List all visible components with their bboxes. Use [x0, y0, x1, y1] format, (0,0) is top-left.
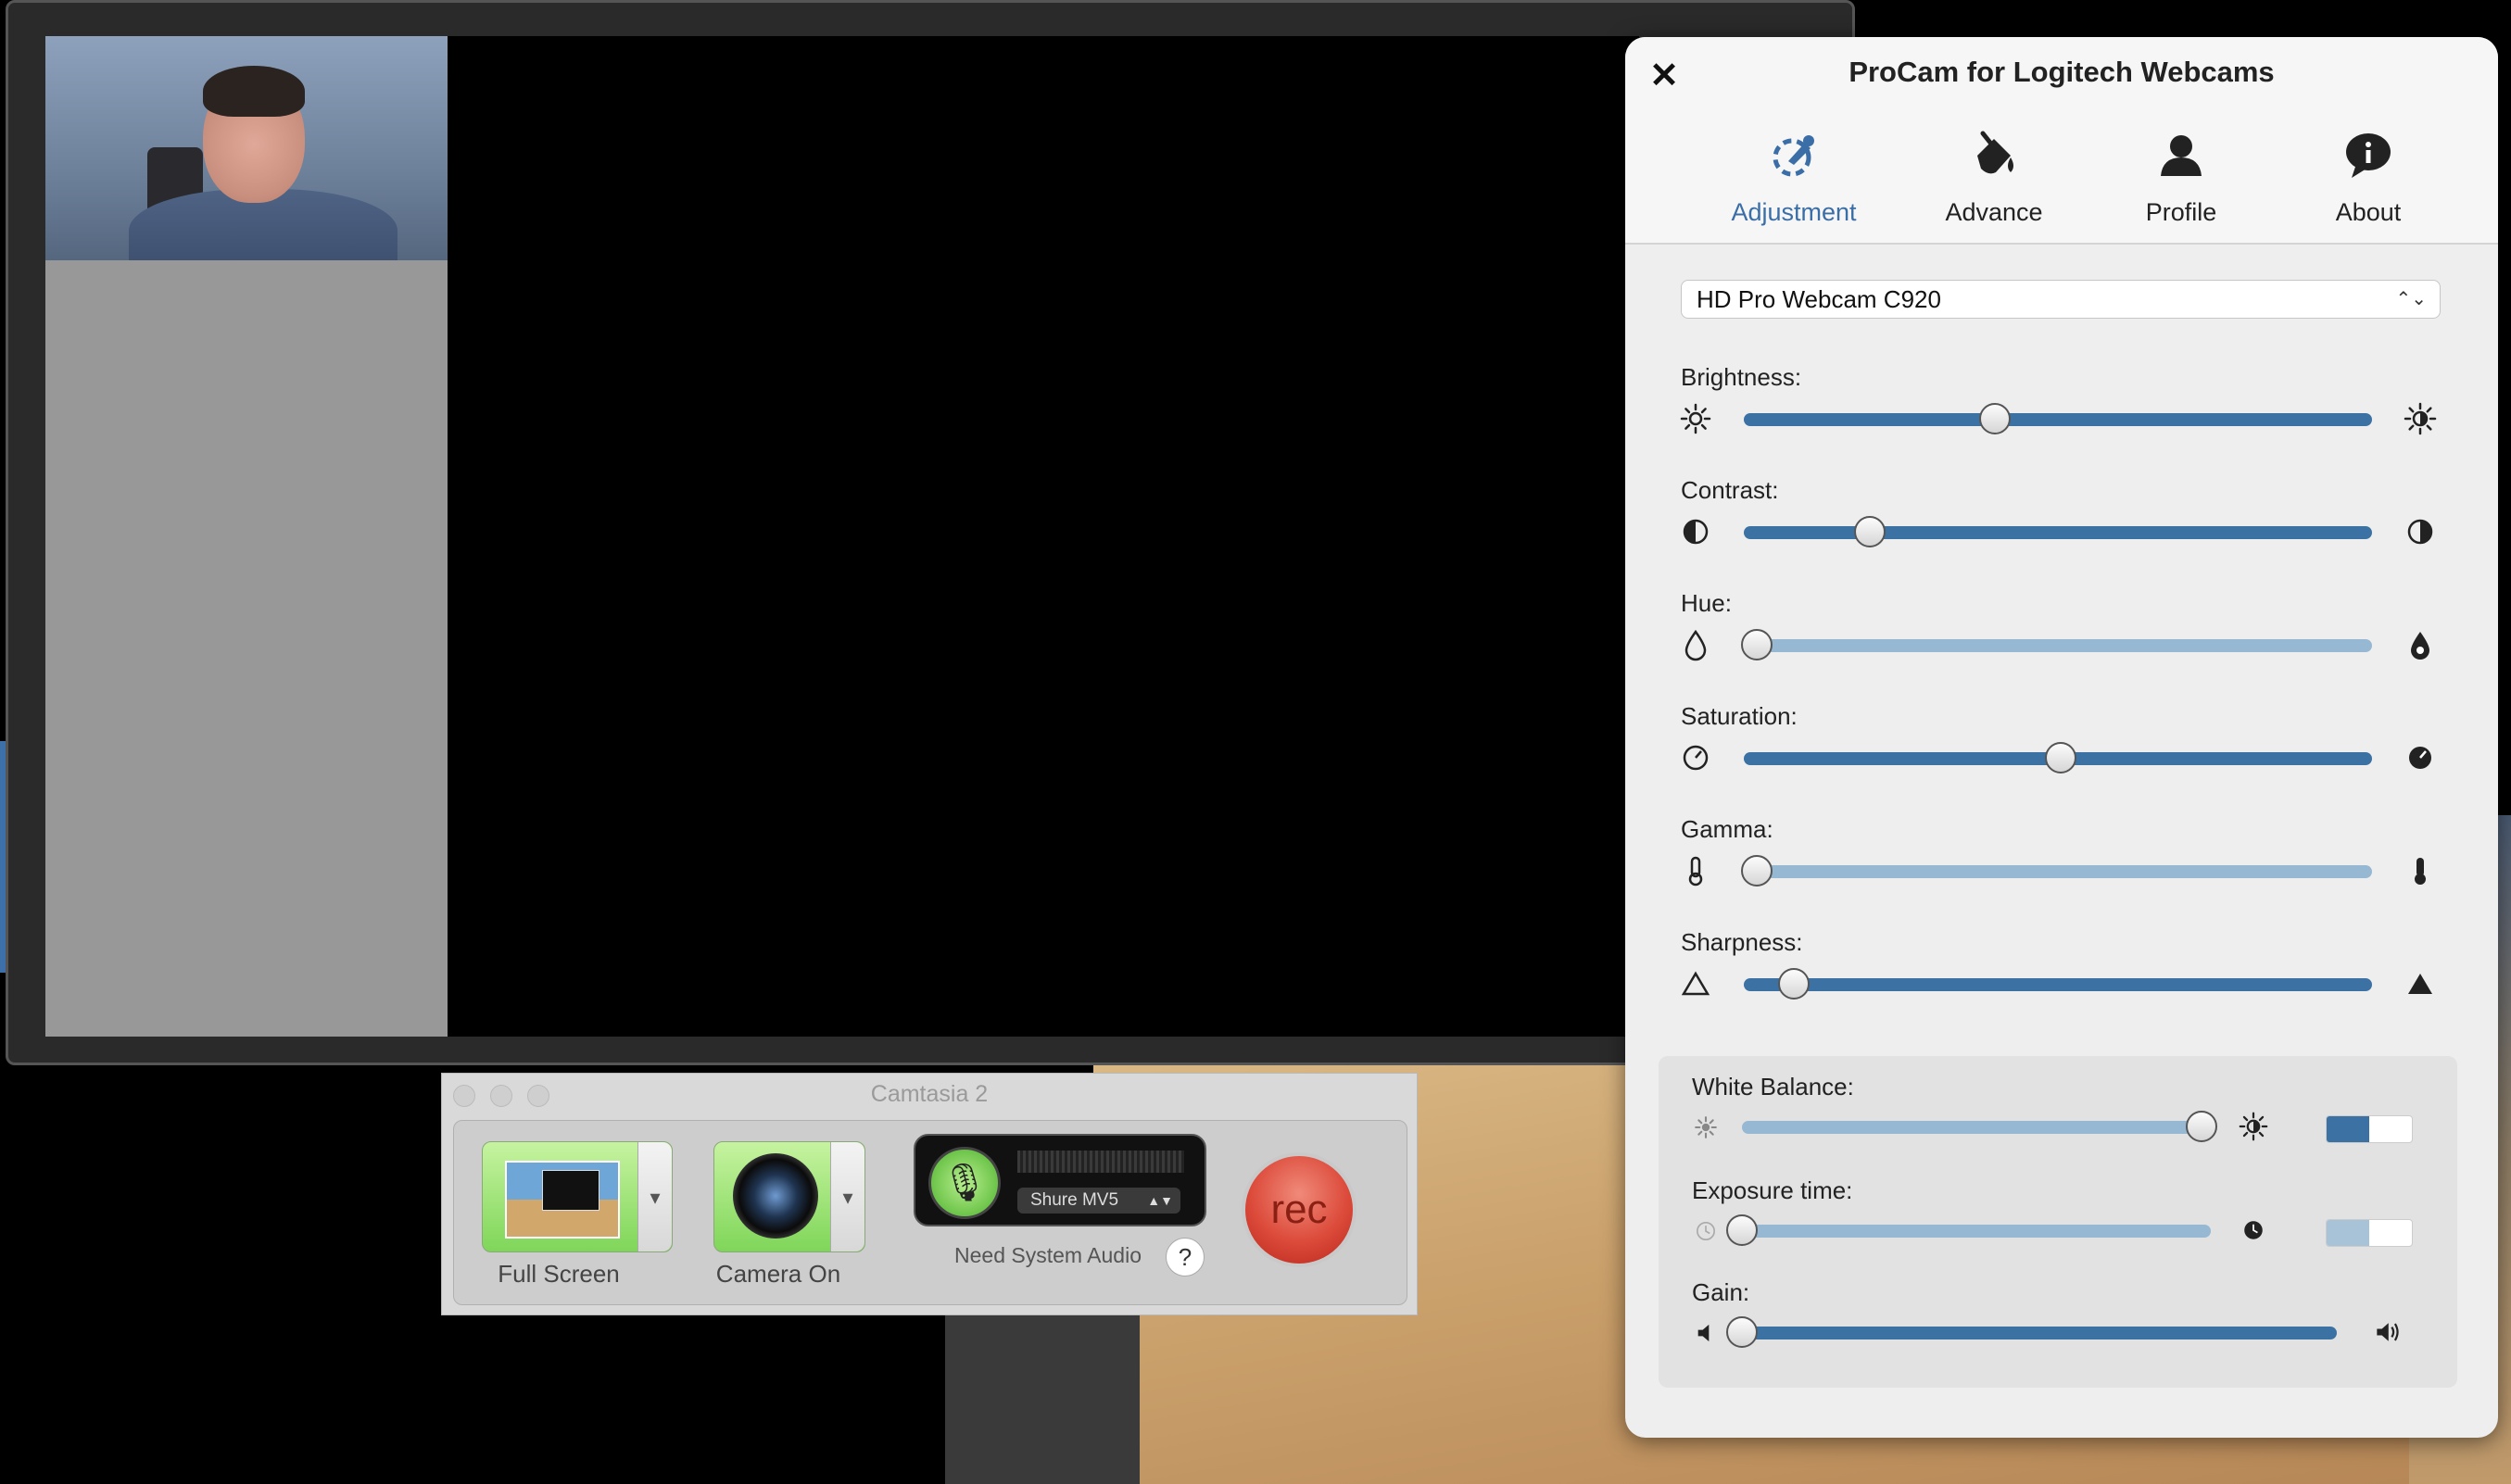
- speaker-high-icon: [2372, 1317, 2402, 1347]
- chevron-updown-icon: ▲▼: [1147, 1193, 1173, 1208]
- slider-row: Sharpness:: [1625, 928, 2498, 1021]
- slider-knob[interactable]: [1726, 1316, 1758, 1348]
- screen-options-dropdown[interactable]: ▾: [637, 1142, 672, 1251]
- auto-toggle[interactable]: [2326, 1219, 2413, 1247]
- window-title: Camtasia 2: [870, 1081, 989, 1107]
- tab-advance[interactable]: Advance: [1901, 130, 2087, 237]
- slider-knob[interactable]: [1778, 968, 1811, 1000]
- slider-track[interactable]: [1740, 855, 2372, 887]
- slider-row: Brightness:: [1625, 363, 2498, 456]
- slider-label: Hue:: [1681, 589, 1732, 617]
- auto-slider-row: White Balance:: [1659, 1073, 2457, 1165]
- slider-knob[interactable]: [1740, 629, 1773, 660]
- slider-label: Exposure time:: [1692, 1176, 1853, 1204]
- webcam-feed: [45, 36, 448, 260]
- procam-header: ✕ ProCam for Logitech Webcams Adjustment…: [1625, 37, 2498, 245]
- slider-row: Hue:: [1625, 589, 2498, 682]
- slider-track[interactable]: [1744, 968, 2372, 1000]
- audio-level-meter: [1017, 1151, 1184, 1173]
- tab-label: Profile: [2145, 198, 2217, 226]
- camera-label: Camera On: [715, 1260, 841, 1288]
- drop-filled-icon: [2404, 628, 2437, 661]
- camera-lens-icon: [733, 1153, 818, 1239]
- recording-preview-window: [6, 0, 1855, 1065]
- info-icon: [2346, 133, 2391, 178]
- speaker-low-icon: [1692, 1319, 1720, 1347]
- microphone-button[interactable]: [928, 1147, 1001, 1219]
- recorder-panel: ▾ Full Screen ▾ Camera On Shure MV5 ▲▼ N…: [453, 1120, 1407, 1305]
- slider-label: Gain:: [1692, 1278, 1750, 1306]
- adjustment-icon: [1773, 135, 1814, 177]
- gauge-filled-icon: [2404, 741, 2437, 774]
- tab-profile[interactable]: Profile: [2088, 130, 2274, 237]
- slider-track[interactable]: [1726, 1214, 2211, 1246]
- slider-label: Brightness:: [1681, 363, 1802, 391]
- slider-track[interactable]: [1740, 629, 2372, 660]
- camera-options-dropdown[interactable]: ▾: [830, 1142, 864, 1251]
- gauge-outline-icon: [1679, 741, 1712, 774]
- monitor-stand: [945, 1297, 1140, 1484]
- thermometer-outline-icon: [1679, 854, 1712, 887]
- auto-slider-row: Gain:: [1659, 1278, 2457, 1371]
- full-screen-label: Full Screen: [498, 1260, 620, 1288]
- device-select[interactable]: HD Pro Webcam C920 ⌃⌄: [1681, 280, 2441, 319]
- record-button[interactable]: rec: [1242, 1152, 1356, 1267]
- triangle-filled-icon: [2404, 967, 2437, 1000]
- help-button[interactable]: ?: [1166, 1238, 1205, 1276]
- triangle-outline-icon: [1679, 967, 1712, 1000]
- sun-filled-icon: [2239, 1112, 2268, 1141]
- tab-label: Advance: [1945, 198, 2043, 226]
- tab-about[interactable]: About: [2276, 130, 2461, 237]
- slider-track[interactable]: [1742, 1111, 2217, 1142]
- person-hair: [203, 66, 305, 117]
- slider-knob[interactable]: [1740, 855, 1773, 887]
- sun-small-icon: [1692, 1113, 1720, 1141]
- chevron-updown-icon: ⌃⌄: [2395, 289, 2427, 309]
- slider-track[interactable]: [1726, 1316, 2337, 1348]
- clock-outline-icon: [1692, 1217, 1720, 1245]
- slider-track[interactable]: [1744, 516, 2372, 547]
- camtasia-recorder-window: Camtasia 2 ▾ Full Screen ▾ Camera On Shu…: [441, 1073, 1418, 1315]
- need-system-audio-label: Need System Audio: [954, 1243, 1142, 1267]
- person-icon: [2161, 135, 2202, 176]
- slider-knob[interactable]: [2045, 742, 2077, 773]
- slider-track[interactable]: [1744, 403, 2372, 434]
- slider-knob[interactable]: [1853, 516, 1886, 547]
- panel-title: ProCam for Logitech Webcams: [1849, 56, 2275, 88]
- device-select-value: HD Pro Webcam C920: [1697, 285, 1941, 313]
- full-screen-button[interactable]: ▾: [482, 1141, 673, 1252]
- drop-outline-icon: [1679, 628, 1712, 661]
- procam-panel: ✕ ProCam for Logitech Webcams Adjustment…: [1625, 37, 2498, 1438]
- screen-thumbnail-icon: [505, 1161, 620, 1239]
- audio-device-value: Shure MV5: [1030, 1190, 1119, 1210]
- slider-row: Saturation:: [1625, 702, 2498, 795]
- sun-filled-icon: [2404, 402, 2437, 435]
- slider-label: White Balance:: [1692, 1073, 1854, 1100]
- auto-settings-box: White Balance: Exposure time: Gain:: [1659, 1056, 2457, 1388]
- slider-track[interactable]: [1744, 742, 2372, 773]
- auto-toggle[interactable]: [2326, 1115, 2413, 1143]
- slider-label: Contrast:: [1681, 476, 1779, 504]
- sun-outline-icon: [1679, 402, 1712, 435]
- tab-label: About: [2335, 198, 2402, 226]
- slider-label: Gamma:: [1681, 815, 1773, 843]
- contrast-filled-icon: [2404, 515, 2437, 548]
- audio-controls: Shure MV5 ▲▼: [914, 1134, 1206, 1226]
- slider-row: Gamma:: [1625, 815, 2498, 908]
- contrast-icon: [1679, 515, 1712, 548]
- thermometer-filled-icon: [2404, 854, 2437, 887]
- tab-adjustment[interactable]: Adjustment: [1701, 130, 1886, 237]
- audio-device-select[interactable]: Shure MV5 ▲▼: [1017, 1188, 1180, 1214]
- slider-row: Contrast:: [1625, 476, 2498, 569]
- slider-label: Saturation:: [1681, 702, 1798, 730]
- camera-button[interactable]: ▾: [713, 1141, 865, 1252]
- clock-filled-icon: [2239, 1215, 2268, 1245]
- slider-knob[interactable]: [1979, 403, 2012, 434]
- slider-label: Sharpness:: [1681, 928, 1803, 956]
- slider-knob[interactable]: [1726, 1214, 1758, 1246]
- tab-label: Adjustment: [1731, 198, 1857, 226]
- auto-slider-row: Exposure time:: [1659, 1176, 2457, 1269]
- slider-knob[interactable]: [2185, 1111, 2217, 1142]
- paint-bucket-icon: [1977, 131, 2013, 174]
